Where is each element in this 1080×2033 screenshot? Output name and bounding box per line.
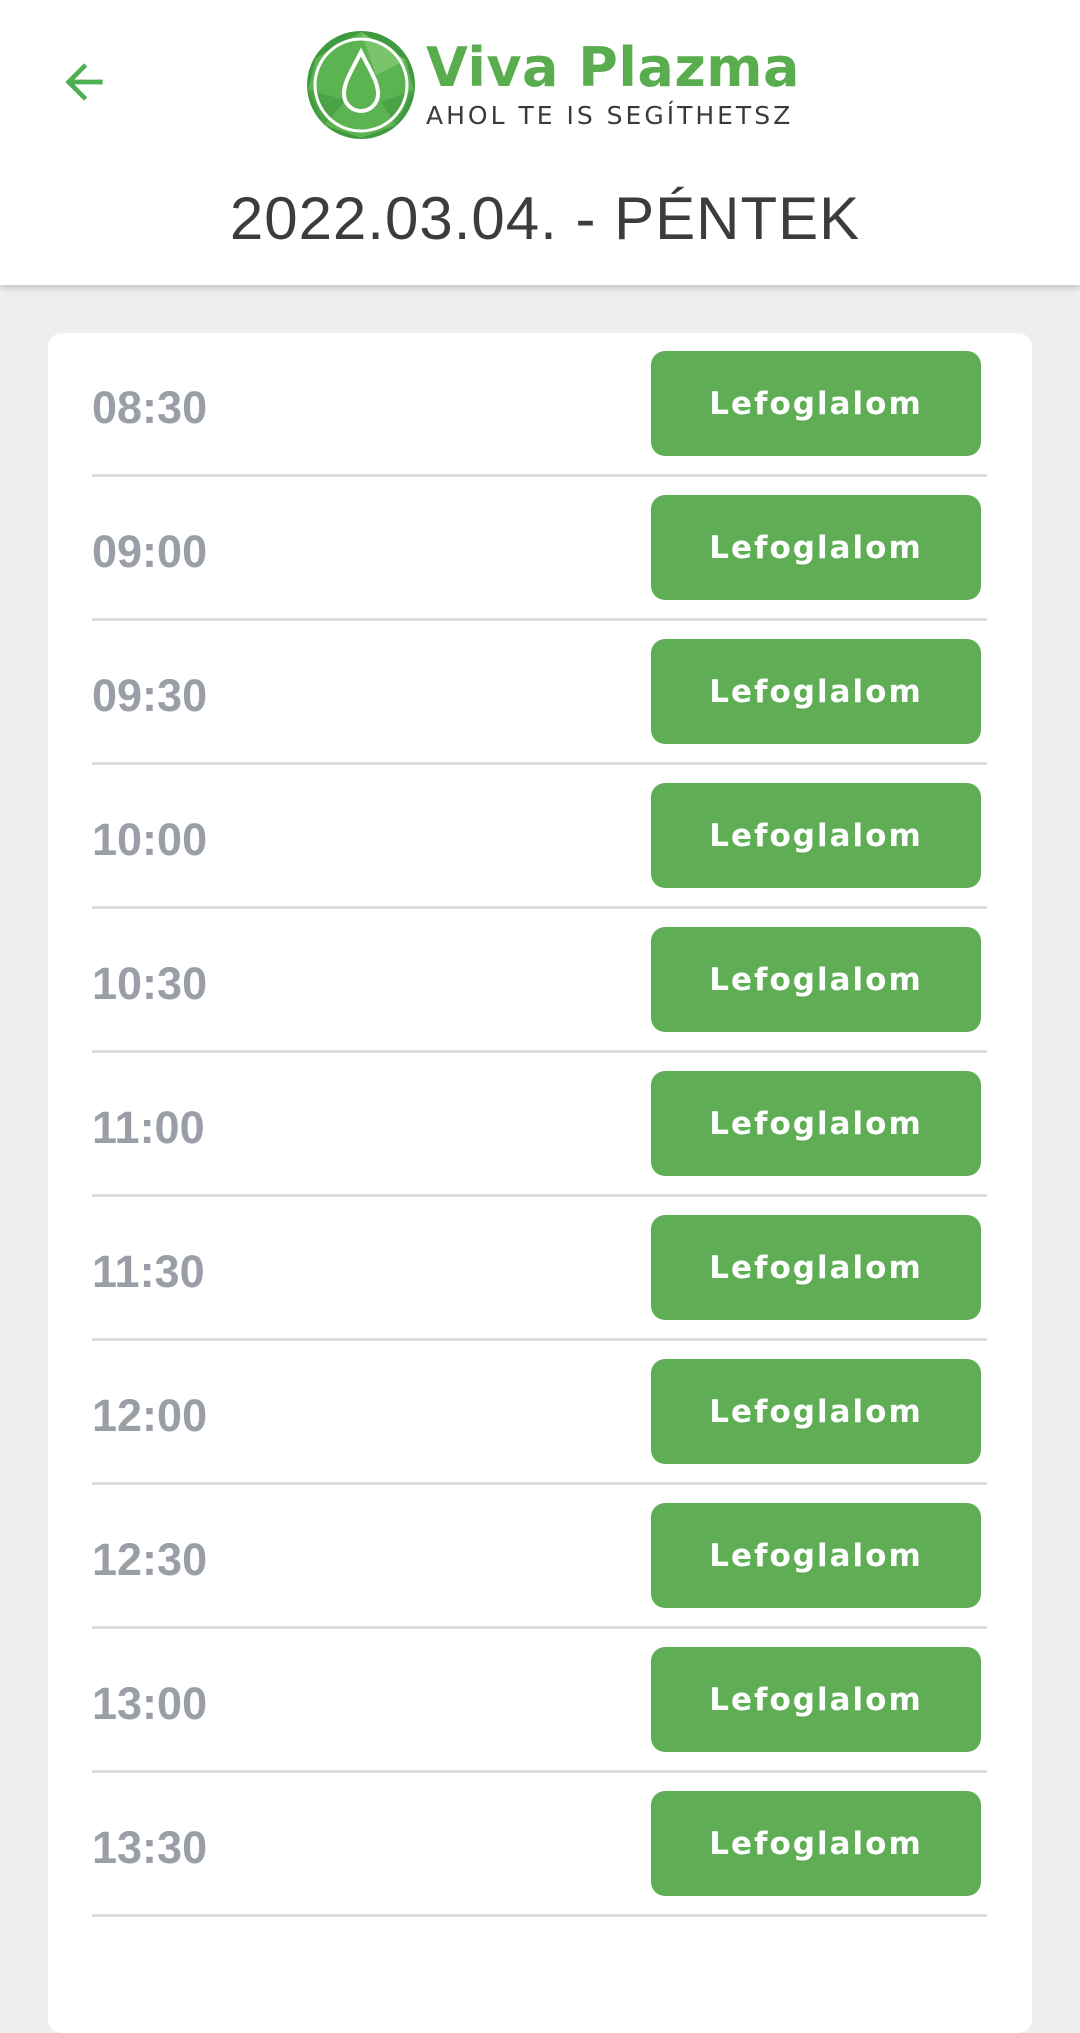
book-button[interactable]: Lefoglalom <box>651 639 981 744</box>
book-button[interactable]: Lefoglalom <box>651 1071 981 1176</box>
slot-time: 12:00 <box>92 1390 208 1441</box>
book-button[interactable]: Lefoglalom <box>651 1215 981 1320</box>
slot-row: 09:00 Lefoglalom <box>92 477 987 621</box>
brand-name: Viva Plazma <box>426 36 800 99</box>
arrow-left-icon <box>65 63 103 101</box>
slot-row: 09:30 Lefoglalom <box>92 621 987 765</box>
book-button[interactable]: Lefoglalom <box>651 495 981 600</box>
app-header: Viva Plazma AHOL TE IS SEGÍTHETSZ 2022.0… <box>0 0 1080 285</box>
slot-time: 12:30 <box>92 1534 208 1585</box>
book-button[interactable]: Lefoglalom <box>651 1359 981 1464</box>
slot-time: 10:30 <box>92 958 208 1009</box>
page-title: 2022.03.04. - PÉNTEK <box>229 185 861 252</box>
slot-row: 13:30 Lefoglalom <box>92 1773 987 1917</box>
book-button[interactable]: Lefoglalom <box>651 1647 981 1752</box>
book-button[interactable]: Lefoglalom <box>651 783 981 888</box>
slot-time: 08:30 <box>92 382 208 433</box>
slot-time: 09:00 <box>92 526 208 577</box>
book-button[interactable]: Lefoglalom <box>651 351 981 456</box>
brand-logo: Viva Plazma AHOL TE IS SEGÍTHETSZ <box>306 30 800 140</box>
slot-row: 11:30 Lefoglalom <box>92 1197 987 1341</box>
slot-row: 13:00 Lefoglalom <box>92 1629 987 1773</box>
book-button[interactable]: Lefoglalom <box>651 1791 981 1896</box>
slot-time: 11:30 <box>92 1246 205 1297</box>
slot-time: 13:00 <box>92 1678 208 1729</box>
book-button[interactable]: Lefoglalom <box>651 1503 981 1608</box>
slot-row: 10:00 Lefoglalom <box>92 765 987 909</box>
book-button[interactable]: Lefoglalom <box>651 927 981 1032</box>
brand-tagline: AHOL TE IS SEGÍTHETSZ <box>426 101 794 130</box>
slot-row: 11:00 Lefoglalom <box>92 1053 987 1197</box>
slot-row: 12:00 Lefoglalom <box>92 1341 987 1485</box>
slot-time: 10:00 <box>92 814 208 865</box>
blood-drop-icon <box>307 31 415 139</box>
slot-row: 10:30 Lefoglalom <box>92 909 987 1053</box>
slot-time: 11:00 <box>92 1102 205 1153</box>
slot-time: 13:30 <box>92 1822 208 1873</box>
slot-time: 09:30 <box>92 670 208 721</box>
back-button[interactable] <box>52 50 116 114</box>
slot-list: 08:30 Lefoglalom 09:00 Lefoglalom 09:30 Lefog… <box>92 333 987 1917</box>
slot-row: 08:30 Lefoglalom <box>92 333 987 477</box>
slot-row: 12:30 Lefoglalom <box>92 1485 987 1629</box>
